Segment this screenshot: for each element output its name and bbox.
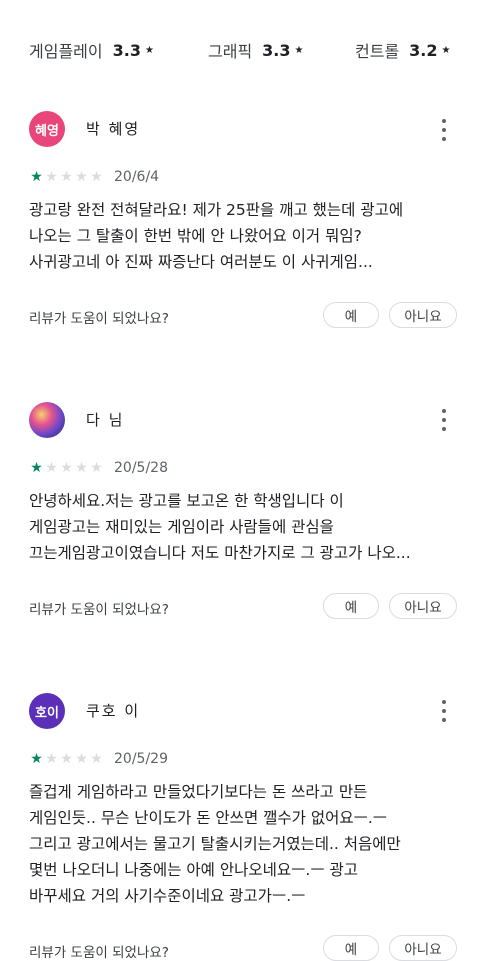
- review-rating: ★ ★ ★ ★ ★ 20/6/4: [29, 169, 159, 185]
- star-empty-icon: ★: [45, 460, 58, 476]
- review-author: 쿠호 이: [86, 702, 141, 720]
- rating-value: 3.2: [409, 40, 438, 60]
- star-empty-icon: ★: [75, 169, 88, 185]
- star-filled-icon: ★: [30, 460, 43, 476]
- review-date: 20/5/29: [114, 751, 168, 767]
- star-rating-icons: ★ ★ ★ ★ ★: [29, 460, 104, 476]
- helpful-yes-button[interactable]: 예: [323, 935, 379, 961]
- review-rating: ★ ★ ★ ★ ★ 20/5/28: [29, 460, 168, 476]
- review-line: 그리고 광고에서는 물고기 탈출시키는거였는데.. 처음에만: [29, 835, 401, 853]
- star-icon: ★: [144, 44, 154, 56]
- review-line: 사귀광고네 아 진짜 짜증난다 여러분도 이 사귀게임...: [29, 253, 373, 271]
- review-line: 몇번 나오더니 나중에는 아예 안나오네요ㅡ.ㅡ 광고: [29, 861, 359, 879]
- rating-label: 컨트롤: [355, 42, 400, 61]
- review-line: 즐겁게 게임하라고 만들었다기보다는 돈 쓰라고 만든: [29, 783, 368, 801]
- helpful-yes-button[interactable]: 예: [323, 302, 379, 328]
- star-empty-icon: ★: [90, 751, 103, 767]
- review-line: 광고랑 완전 전혀달라요! 제가 25판을 깨고 했는데 광고에: [29, 201, 404, 219]
- helpful-no-button[interactable]: 아니요: [389, 302, 457, 328]
- helpful-no-button[interactable]: 아니요: [389, 593, 457, 619]
- review-line: 끄는게임광고이였습니다 저도 마찬가지로 그 광고가 나오...: [29, 544, 411, 562]
- helpful-question: 리뷰가 도움이 되었나요?: [29, 602, 169, 618]
- star-empty-icon: ★: [75, 460, 88, 476]
- star-empty-icon: ★: [90, 169, 103, 185]
- rating-gameplay: 게임플레이 3.3 ★: [29, 38, 154, 62]
- helpful-yes-button[interactable]: 예: [323, 593, 379, 619]
- star-empty-icon: ★: [60, 460, 73, 476]
- rating-controls: 컨트롤 3.2 ★: [355, 38, 450, 62]
- review-date: 20/6/4: [114, 169, 160, 185]
- more-options-icon[interactable]: [438, 409, 450, 431]
- avatar: [29, 402, 65, 438]
- star-filled-icon: ★: [30, 751, 43, 767]
- review-date: 20/5/28: [114, 460, 168, 476]
- more-options-icon[interactable]: [438, 119, 450, 141]
- rating-graphics: 그래픽 3.3 ★: [208, 38, 303, 62]
- review-author: 박 혜영: [86, 120, 141, 138]
- review-line: 안녕하세요.저는 광고를 보고온 한 학생입니다 이: [29, 492, 344, 510]
- review-author: 다 님: [86, 411, 125, 429]
- star-rating-icons: ★ ★ ★ ★ ★: [29, 169, 104, 185]
- avatar: 혜영: [29, 111, 65, 147]
- rating-label: 게임플레이: [29, 42, 103, 61]
- helpful-question: 리뷰가 도움이 되었나요?: [29, 311, 169, 327]
- review-text[interactable]: 광고랑 완전 전혀달라요! 제가 25판을 깨고 했는데 광고에 나오는 그 탈…: [29, 197, 465, 275]
- review-line: 나오는 그 탈출이 한번 밖에 안 나왔어요 이거 뭐임?: [29, 227, 362, 245]
- star-icon: ★: [441, 44, 451, 56]
- more-options-icon[interactable]: [438, 700, 450, 722]
- review-text[interactable]: 즐겁게 게임하라고 만들었다기보다는 돈 쓰라고 만든 게임인듯.. 무슨 난이…: [29, 779, 465, 909]
- review-rating: ★ ★ ★ ★ ★ 20/5/29: [29, 751, 168, 767]
- rating-value: 3.3: [112, 40, 141, 60]
- star-empty-icon: ★: [60, 751, 73, 767]
- star-empty-icon: ★: [75, 751, 88, 767]
- review-line: 바꾸세요 거의 사기수준이네요 광고가ㅡ.ㅡ: [29, 887, 306, 905]
- helpful-no-button[interactable]: 아니요: [389, 935, 457, 961]
- star-rating-icons: ★ ★ ★ ★ ★: [29, 751, 104, 767]
- star-empty-icon: ★: [45, 169, 58, 185]
- review-line: 게임인듯.. 무슨 난이도가 돈 안쓰면 깰수가 없어요ㅡ.ㅡ: [29, 809, 388, 827]
- helpful-question: 리뷰가 도움이 되었나요?: [29, 945, 169, 961]
- star-empty-icon: ★: [60, 169, 73, 185]
- star-icon: ★: [294, 44, 304, 56]
- review-line: 게임광고는 재미있는 게임이라 사람들에 관심을: [29, 518, 334, 536]
- rating-value: 3.3: [262, 40, 291, 60]
- avatar: 호이: [29, 693, 65, 729]
- star-filled-icon: ★: [30, 169, 43, 185]
- rating-label: 그래픽: [208, 42, 253, 61]
- star-empty-icon: ★: [90, 460, 103, 476]
- category-ratings: 게임플레이 3.3 ★ 그래픽 3.3 ★ 컨트롤 3.2 ★: [0, 38, 487, 66]
- star-empty-icon: ★: [45, 751, 58, 767]
- review-text[interactable]: 안녕하세요.저는 광고를 보고온 한 학생입니다 이 게임광고는 재미있는 게임…: [29, 488, 465, 566]
